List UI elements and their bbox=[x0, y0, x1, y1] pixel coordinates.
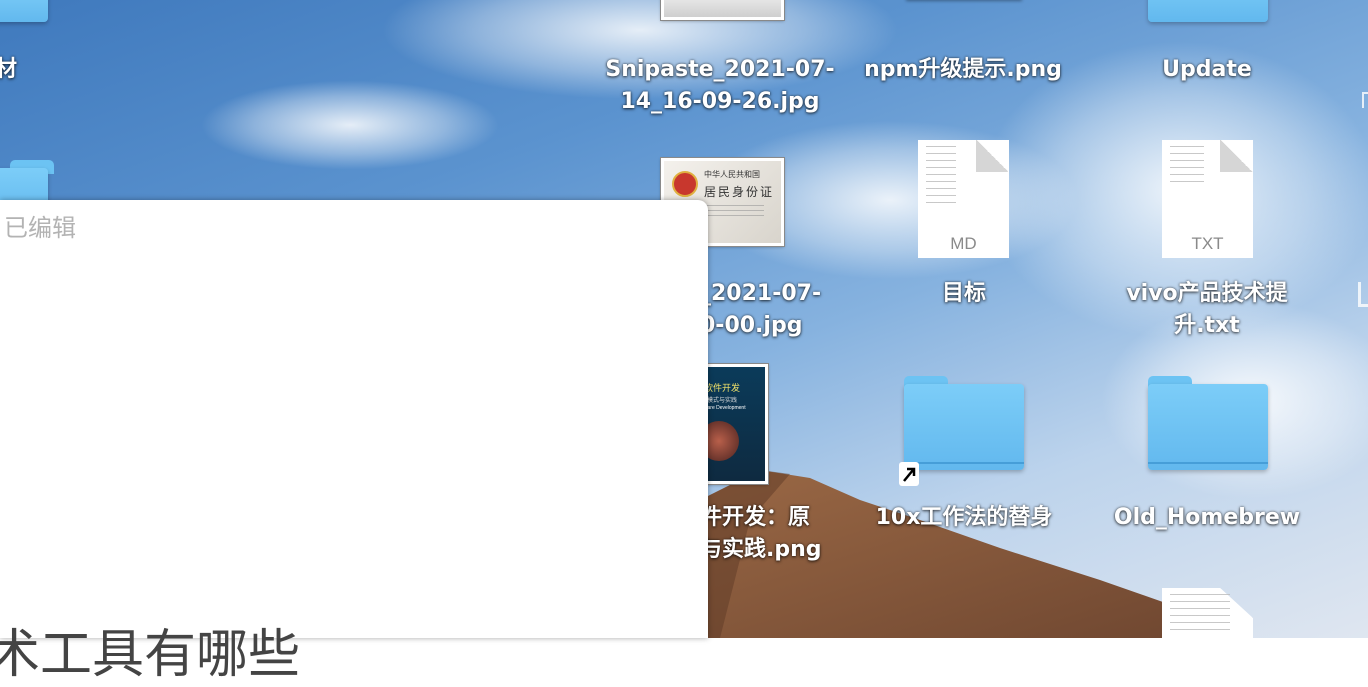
folder-alias-icon[interactable] bbox=[904, 376, 1024, 470]
alias-arrow-icon bbox=[899, 462, 919, 486]
folder-icon[interactable] bbox=[0, 0, 48, 22]
icon-label: vivo产品技术提 升.txt bbox=[1126, 281, 1288, 338]
file-extension: TXT bbox=[1191, 234, 1224, 253]
icon-label: npm升级提示.png bbox=[864, 57, 1062, 82]
file-extension: MD bbox=[950, 234, 977, 253]
icon-label: 10x工作法的替身 bbox=[875, 505, 1053, 530]
icon-label: Snipaste_2021-07- 14_16-09-26.jpg bbox=[605, 57, 835, 114]
icon-label: Update bbox=[1162, 57, 1252, 82]
document-heading[interactable]: 术工具有哪些 bbox=[0, 612, 300, 687]
folder-icon[interactable] bbox=[1148, 0, 1268, 22]
emblem-icon bbox=[672, 171, 698, 197]
text-file-icon[interactable]: TXT bbox=[1162, 140, 1253, 258]
icon-label: 件开发：原 与实践.png bbox=[700, 505, 822, 562]
icon-label: 材 bbox=[0, 57, 17, 82]
icon-label: 目标 bbox=[941, 281, 986, 306]
id-card-title: 中华人民共和国 bbox=[704, 170, 760, 179]
id-card-subtitle: 居民身份证 bbox=[704, 185, 775, 199]
folder-icon[interactable] bbox=[1148, 376, 1268, 470]
document-icon[interactable] bbox=[1162, 588, 1253, 638]
image-thumbnail[interactable] bbox=[660, 0, 785, 21]
icon-label: _2021-07- 0-00.jpg bbox=[700, 281, 822, 338]
editor-window[interactable]: 已编辑 术工具有哪些 bbox=[0, 200, 708, 685]
edited-status: 已编辑 bbox=[4, 214, 76, 242]
markdown-file-icon[interactable]: MD bbox=[918, 140, 1009, 258]
icon-label: Old_Homebrew bbox=[1113, 505, 1301, 530]
